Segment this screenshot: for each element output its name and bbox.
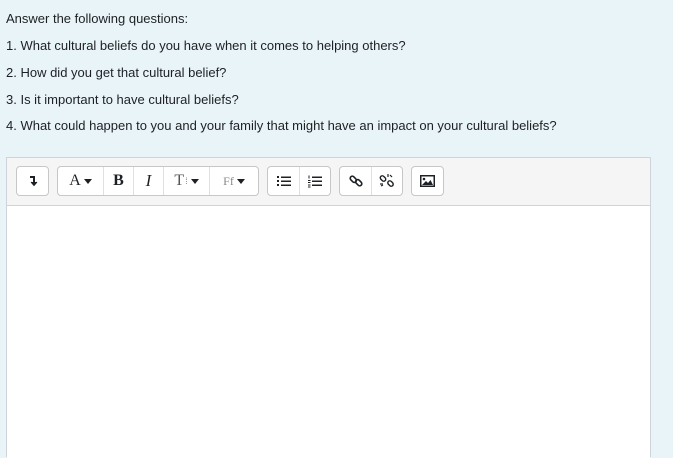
unordered-list-button[interactable] bbox=[268, 167, 299, 195]
chevron-down-icon bbox=[236, 178, 245, 184]
toolbar-toggle-icon bbox=[29, 176, 37, 187]
italic-icon: I bbox=[145, 171, 152, 190]
rich-text-editor: A B I T ⁞ Ff bbox=[6, 157, 651, 458]
font-color-icon: A bbox=[69, 172, 81, 189]
toolbar-group-toggle bbox=[16, 166, 49, 196]
italic-button[interactable]: I bbox=[133, 167, 163, 195]
insert-image-button[interactable] bbox=[412, 167, 443, 195]
editor-content-area[interactable] bbox=[7, 206, 650, 458]
ordered-list-icon bbox=[308, 175, 322, 187]
font-family-icon: Ff bbox=[223, 173, 234, 188]
instructions-text: Answer the following questions: bbox=[6, 11, 189, 26]
bold-button[interactable]: B bbox=[103, 167, 133, 195]
font-color-button[interactable]: A bbox=[58, 167, 103, 195]
font-family-button[interactable]: Ff bbox=[209, 167, 258, 195]
text-style-subscript-icon: ⁞ bbox=[185, 176, 188, 186]
toolbar-group-media bbox=[411, 166, 444, 196]
image-icon bbox=[420, 175, 435, 187]
unlink-button[interactable] bbox=[371, 167, 402, 195]
toolbar-group-links bbox=[339, 166, 403, 196]
text-style-icon: T bbox=[174, 172, 185, 189]
link-icon bbox=[348, 175, 363, 187]
question-4: 4. What could happen to you and your fam… bbox=[6, 118, 557, 133]
question-2: 2. How did you get that cultural belief? bbox=[6, 65, 227, 80]
toolbar-group-lists bbox=[267, 166, 331, 196]
link-button[interactable] bbox=[340, 167, 371, 195]
question-1: 1. What cultural beliefs do you have whe… bbox=[6, 38, 406, 53]
chevron-down-icon bbox=[83, 178, 92, 184]
editor-toolbar: A B I T ⁞ Ff bbox=[7, 158, 650, 206]
question-3: 3. Is it important to have cultural beli… bbox=[6, 92, 239, 107]
text-style-button[interactable]: T ⁞ bbox=[163, 167, 209, 195]
unordered-list-icon bbox=[276, 176, 291, 186]
toolbar-group-format: A B I T ⁞ Ff bbox=[57, 166, 259, 196]
chevron-down-icon bbox=[190, 178, 199, 184]
ordered-list-button[interactable] bbox=[299, 167, 330, 195]
toolbar-toggle-button[interactable] bbox=[17, 167, 48, 195]
bold-icon: B bbox=[113, 172, 124, 189]
unlink-icon bbox=[379, 174, 394, 187]
